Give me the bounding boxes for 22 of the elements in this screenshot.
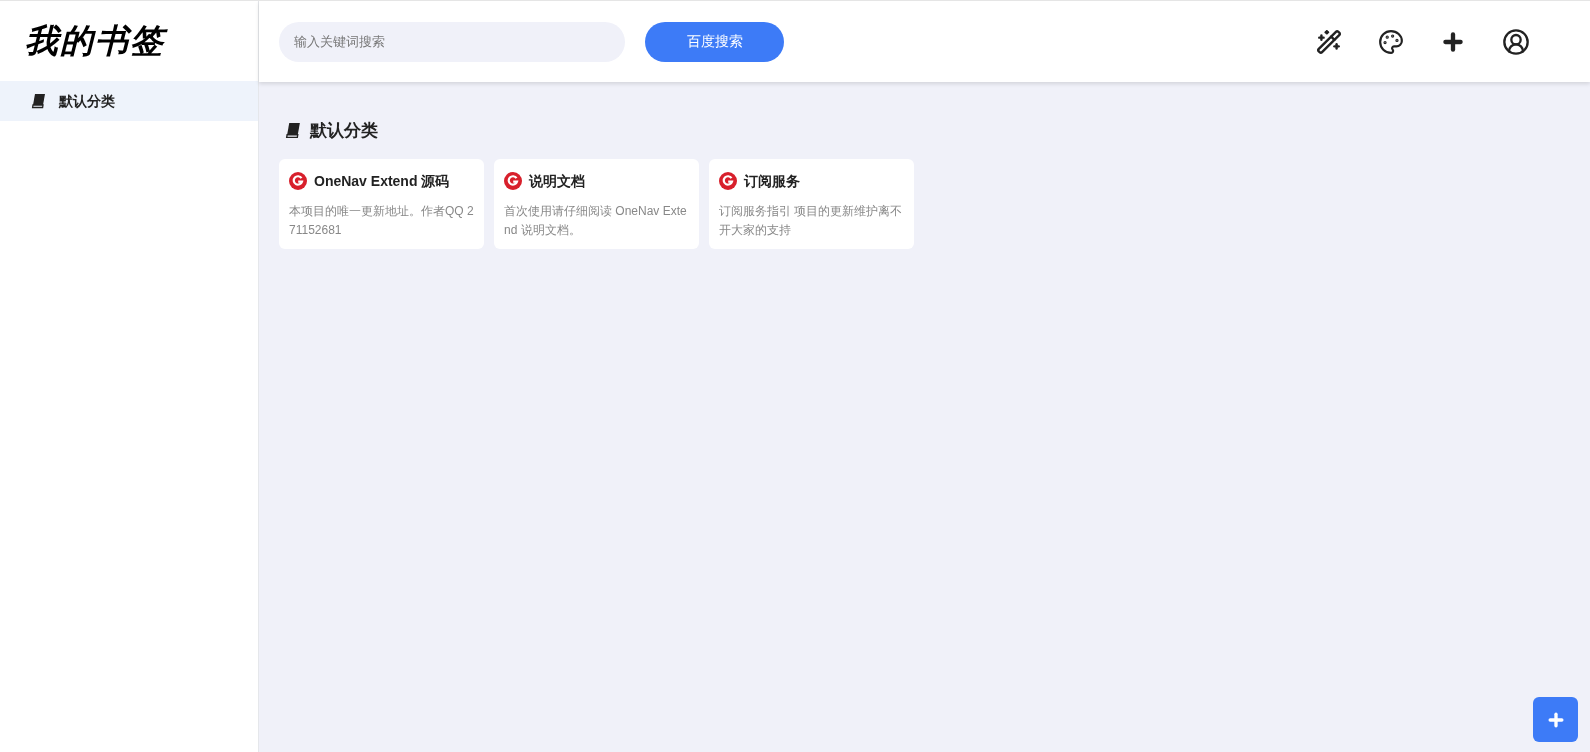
add-button[interactable] bbox=[1533, 697, 1578, 742]
magic-wand-icon[interactable] bbox=[1316, 28, 1342, 55]
bookmark-description: 首次使用请仔细阅读 OneNav Extend 说明文档。 bbox=[504, 202, 688, 239]
site-logo-icon bbox=[719, 172, 737, 190]
palette-icon[interactable] bbox=[1378, 28, 1404, 55]
bookmark-title: 说明文档 bbox=[529, 171, 585, 191]
bookmark-description: 订阅服务指引 项目的更新维护离不开大家的支持 bbox=[719, 202, 904, 239]
bookmark-card[interactable]: OneNav Extend 源码 本项目的唯一更新地址。作者QQ 271152681 bbox=[279, 158, 484, 249]
site-logo-icon bbox=[504, 172, 522, 190]
bookmark-card[interactable]: 订阅服务 订阅服务指引 项目的更新维护离不开大家的支持 bbox=[709, 158, 914, 249]
user-icon[interactable] bbox=[1502, 27, 1530, 56]
search-field[interactable]: 输入关键词搜索 bbox=[279, 21, 625, 62]
category-title: 默认分类 bbox=[310, 120, 378, 142]
bookmark-title: OneNav Extend 源码 bbox=[314, 171, 450, 191]
book-icon bbox=[285, 122, 302, 140]
bookmark-title: 订阅服务 bbox=[744, 171, 800, 191]
site-logo-icon bbox=[289, 172, 307, 190]
book-icon bbox=[31, 93, 47, 109]
bookmark-card[interactable]: 说明文档 首次使用请仔细阅读 OneNav Extend 说明文档。 bbox=[494, 158, 699, 249]
bookmark-description: 本项目的唯一更新地址。作者QQ 271152681 bbox=[289, 202, 474, 239]
sidebar-item[interactable]: 默认分类 bbox=[0, 81, 258, 121]
search-button[interactable]: 百度搜索 bbox=[645, 21, 784, 62]
